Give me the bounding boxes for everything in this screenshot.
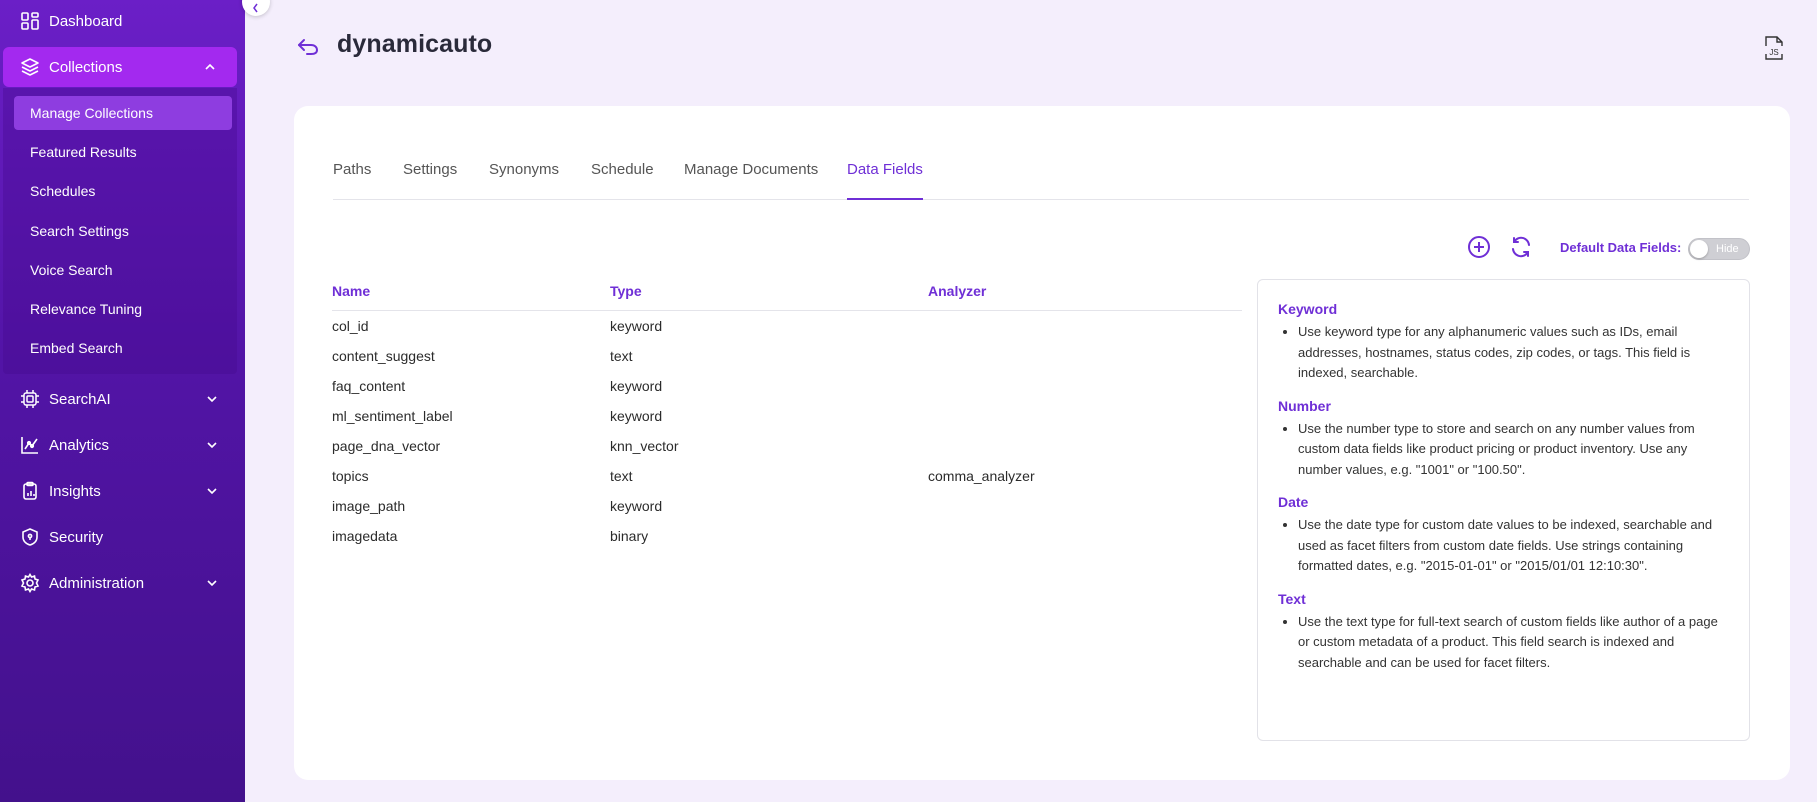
cell-type: keyword [610, 498, 663, 514]
sidebar-item-security[interactable]: Security [0, 517, 245, 557]
info-heading-text: Text [1278, 590, 1306, 607]
cell-type: knn_vector [610, 438, 679, 454]
cell-type: keyword [610, 378, 663, 394]
sidebar-subitem-relevance-tuning[interactable]: Relevance Tuning [14, 292, 232, 326]
sidebar-subitem-featured-results[interactable]: Featured Results [14, 135, 232, 169]
table-row[interactable]: col_id keyword [332, 311, 1242, 341]
table-row[interactable]: image_path keyword [332, 491, 1242, 521]
table-row[interactable]: topics text comma_analyzer [332, 461, 1242, 491]
svg-text:JS: JS [1769, 48, 1778, 57]
sidebar-item-collections[interactable]: Collections [3, 47, 237, 87]
sidebar-subitem-schedules[interactable]: Schedules [14, 174, 232, 208]
collections-submenu: Manage Collections Featured Results Sche… [3, 88, 237, 374]
sidebar-item-insights[interactable]: Insights [0, 471, 245, 511]
column-header-analyzer: Analyzer [928, 283, 987, 299]
refresh-icon[interactable] [1509, 235, 1533, 259]
sidebar-item-label: SearchAI [49, 390, 111, 408]
toggle-label: Hide [1716, 243, 1739, 255]
sidebar-item-label: Analytics [49, 436, 110, 454]
sidebar-item-label: Collections [49, 58, 123, 76]
cell-name: topics [332, 468, 369, 484]
tab-data-fields[interactable]: Data Fields [847, 161, 923, 200]
sidebar-subitem-search-settings[interactable]: Search Settings [14, 214, 232, 248]
sidebar-subitem-voice-search[interactable]: Voice Search [14, 253, 232, 287]
table-row[interactable]: content_suggest text [332, 341, 1242, 371]
cell-type: text [610, 468, 633, 484]
table-row[interactable]: faq_content keyword [332, 371, 1242, 401]
info-text-number: Use the number type to store and search … [1298, 419, 1729, 481]
tab-paths[interactable]: Paths [333, 161, 371, 200]
sidebar-collapse-button[interactable] [242, 0, 270, 16]
data-fields-table: Name Type Analyzer col_id keyword content… [332, 279, 1242, 551]
sidebar-subitem-manage-collections[interactable]: Manage Collections [14, 96, 232, 130]
chip-icon [20, 389, 40, 409]
chevron-down-icon [205, 484, 219, 498]
chevron-down-icon [205, 576, 219, 590]
tab-settings[interactable]: Settings [403, 161, 457, 200]
chevron-down-icon [205, 392, 219, 406]
sidebar-item-label: Insights [49, 482, 101, 500]
layers-icon [20, 57, 40, 77]
sidebar-subitem-embed-search[interactable]: Embed Search [14, 331, 232, 365]
info-heading-number: Number [1278, 397, 1331, 414]
analytics-icon [20, 435, 40, 455]
cell-type: keyword [610, 318, 663, 334]
sidebar-item-analytics[interactable]: Analytics [0, 425, 245, 465]
cell-analyzer: comma_analyzer [928, 468, 1035, 484]
table-header: Name Type Analyzer [332, 279, 1242, 311]
table-row[interactable]: page_dna_vector knn_vector [332, 431, 1242, 461]
sidebar-item-label: Security [49, 528, 104, 546]
page-title: dynamicauto [337, 30, 493, 58]
table-row[interactable]: ml_sentiment_label keyword [332, 401, 1242, 431]
field-type-info-panel: Keyword Use keyword type for any alphanu… [1257, 279, 1750, 741]
info-text-text: Use the text type for full-text search o… [1298, 612, 1729, 674]
sidebar-item-administration[interactable]: Administration [0, 563, 245, 603]
cell-name: ml_sentiment_label [332, 408, 453, 424]
info-text-keyword: Use keyword type for any alphanumeric va… [1298, 322, 1729, 384]
sidebar-item-label: Dashboard [49, 12, 123, 30]
column-header-name: Name [332, 283, 371, 299]
info-heading-date: Date [1278, 494, 1309, 510]
cell-type: keyword [610, 408, 663, 424]
chevron-left-icon [253, 3, 258, 13]
cell-name: content_suggest [332, 348, 435, 364]
gear-icon [20, 573, 40, 593]
cell-name: imagedata [332, 528, 398, 544]
cell-type: text [610, 348, 633, 364]
tab-schedule[interactable]: Schedule [591, 161, 654, 200]
cell-type: binary [610, 528, 649, 544]
default-fields-toggle[interactable]: Hide [1688, 238, 1750, 260]
chevron-up-icon [203, 60, 217, 74]
sidebar-item-searchai[interactable]: SearchAI [0, 379, 245, 419]
column-header-type: Type [610, 283, 642, 299]
clipboard-chart-icon [20, 481, 40, 501]
info-text-date: Use the date type for custom date values… [1298, 515, 1729, 577]
sidebar-item-dashboard[interactable]: Dashboard [0, 1, 245, 41]
default-fields-label: Default Data Fields: [1560, 240, 1682, 255]
table-row[interactable]: imagedata binary [332, 521, 1242, 551]
tab-synonyms[interactable]: Synonyms [489, 161, 559, 200]
sidebar: Dashboard Collections Manage Collections… [0, 0, 245, 802]
collection-card: Paths Settings Synonyms Schedule Manage … [294, 106, 1790, 780]
tab-bar: Paths Settings Synonyms Schedule Manage … [333, 161, 1749, 200]
cell-name: col_id [332, 318, 369, 334]
cell-name: faq_content [332, 378, 406, 394]
chevron-down-icon [205, 438, 219, 452]
add-field-icon[interactable] [1467, 235, 1491, 259]
cell-name: page_dna_vector [332, 438, 441, 454]
shield-icon [20, 527, 40, 547]
info-heading-keyword: Keyword [1278, 301, 1338, 317]
js-file-icon[interactable]: JS [1762, 34, 1786, 62]
tab-manage-documents[interactable]: Manage Documents [684, 161, 818, 200]
dashboard-icon [20, 11, 40, 31]
back-icon[interactable] [296, 34, 320, 58]
sidebar-item-label: Administration [49, 574, 145, 592]
cell-name: image_path [332, 498, 406, 514]
toggle-knob [1690, 240, 1708, 258]
